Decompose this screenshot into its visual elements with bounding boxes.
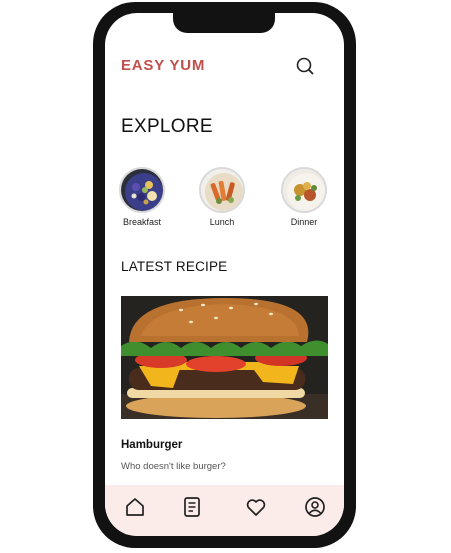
recipe-image[interactable] [121, 296, 328, 419]
category-dinner[interactable]: Dinner [269, 167, 339, 227]
nav-profile-button[interactable] [303, 495, 327, 519]
app-stage: EASY YUM EXPLORE Breakfast Lunch Dinner … [0, 0, 451, 553]
phone-notch [173, 2, 275, 33]
category-label: Breakfast [122, 217, 162, 227]
category-lunch[interactable]: Lunch [187, 167, 257, 227]
nav-recipes-button[interactable] [180, 495, 204, 519]
explore-heading: EXPLORE [121, 116, 213, 137]
breakfast-image [119, 167, 165, 213]
profile-icon [305, 497, 325, 517]
category-label: Lunch [209, 217, 235, 227]
recipe-book-icon [184, 497, 200, 517]
recipe-description: Who doesn't like burger? [121, 461, 226, 472]
dinner-image [281, 167, 327, 213]
nav-home-button[interactable] [123, 495, 147, 519]
category-label: Dinner [290, 217, 318, 227]
recipe-title[interactable]: Hamburger [121, 439, 182, 451]
bottom-nav [105, 485, 344, 536]
heart-icon [246, 499, 266, 516]
app-brand: EASY YUM [121, 57, 206, 74]
latest-recipe-heading: LATEST RECIPE [121, 259, 228, 274]
nav-favorites-button[interactable] [244, 495, 268, 519]
category-breakfast[interactable]: Breakfast [107, 167, 177, 227]
home-icon [126, 498, 144, 516]
phone-screen [105, 13, 344, 536]
search-button[interactable] [294, 55, 316, 77]
lunch-image [199, 167, 245, 213]
search-icon [296, 57, 314, 75]
